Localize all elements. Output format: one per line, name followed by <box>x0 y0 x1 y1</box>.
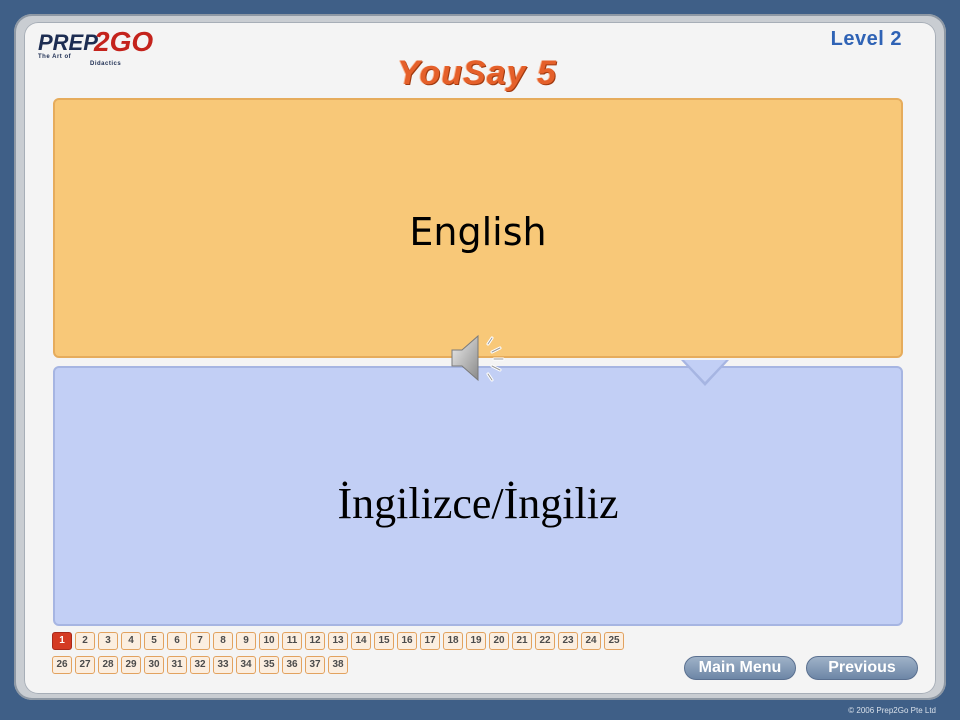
copyright-text: © 2006 Prep2Go Pte Ltd <box>848 706 936 715</box>
page-button-10[interactable]: 10 <box>259 632 279 650</box>
page-button-18[interactable]: 18 <box>443 632 463 650</box>
page-button-22[interactable]: 22 <box>535 632 555 650</box>
page-button-21[interactable]: 21 <box>512 632 532 650</box>
page-button-36[interactable]: 36 <box>282 656 302 674</box>
page-button-4[interactable]: 4 <box>121 632 141 650</box>
page-button-28[interactable]: 28 <box>98 656 118 674</box>
page-button-15[interactable]: 15 <box>374 632 394 650</box>
page-button-14[interactable]: 14 <box>351 632 371 650</box>
page-button-17[interactable]: 17 <box>420 632 440 650</box>
page-button-27[interactable]: 27 <box>75 656 95 674</box>
page-button-24[interactable]: 24 <box>581 632 601 650</box>
card-pointer-fill <box>684 360 726 382</box>
page-button-23[interactable]: 23 <box>558 632 578 650</box>
page-button-16[interactable]: 16 <box>397 632 417 650</box>
page-button-8[interactable]: 8 <box>213 632 233 650</box>
logo-tagline: The Art of <box>38 54 72 60</box>
page-button-25[interactable]: 25 <box>604 632 624 650</box>
page-button-37[interactable]: 37 <box>305 656 325 674</box>
page-button-33[interactable]: 33 <box>213 656 233 674</box>
page-button-19[interactable]: 19 <box>466 632 486 650</box>
page-button-38[interactable]: 38 <box>328 656 348 674</box>
translation-word: İngilizce/İngiliz <box>337 479 619 528</box>
page-button-34[interactable]: 34 <box>236 656 256 674</box>
app-title: YouSay 5 <box>397 54 557 92</box>
logo-text: PREP <box>38 30 98 55</box>
logo-tagline-2: Didactics <box>90 61 122 67</box>
main-menu-button[interactable]: Main Menu <box>684 656 796 680</box>
page-button-32[interactable]: 32 <box>190 656 210 674</box>
prep2go-logo: PREP 2GO The Art of Didactics <box>38 26 153 74</box>
page-button-1[interactable]: 1 <box>52 632 72 650</box>
translation-card: İngilizce/İngiliz <box>53 366 903 626</box>
page-button-5[interactable]: 5 <box>144 632 164 650</box>
page-button-30[interactable]: 30 <box>144 656 164 674</box>
page-button-12[interactable]: 12 <box>305 632 325 650</box>
page-button-26[interactable]: 26 <box>52 656 72 674</box>
page-button-11[interactable]: 11 <box>282 632 302 650</box>
page-button-31[interactable]: 31 <box>167 656 187 674</box>
page-button-2[interactable]: 2 <box>75 632 95 650</box>
speaker-icon[interactable] <box>448 328 512 388</box>
page-button-29[interactable]: 29 <box>121 656 141 674</box>
level-label: Level 2 <box>830 28 902 50</box>
previous-button[interactable]: Previous <box>806 656 918 680</box>
page-button-9[interactable]: 9 <box>236 632 256 650</box>
page-button-3[interactable]: 3 <box>98 632 118 650</box>
english-card: English <box>53 98 903 358</box>
page-button-35[interactable]: 35 <box>259 656 279 674</box>
page-button-7[interactable]: 7 <box>190 632 210 650</box>
english-word: English <box>409 210 547 254</box>
logo-suffix: 2GO <box>94 26 154 57</box>
page-button-13[interactable]: 13 <box>328 632 348 650</box>
page-button-6[interactable]: 6 <box>167 632 187 650</box>
page-button-20[interactable]: 20 <box>489 632 509 650</box>
